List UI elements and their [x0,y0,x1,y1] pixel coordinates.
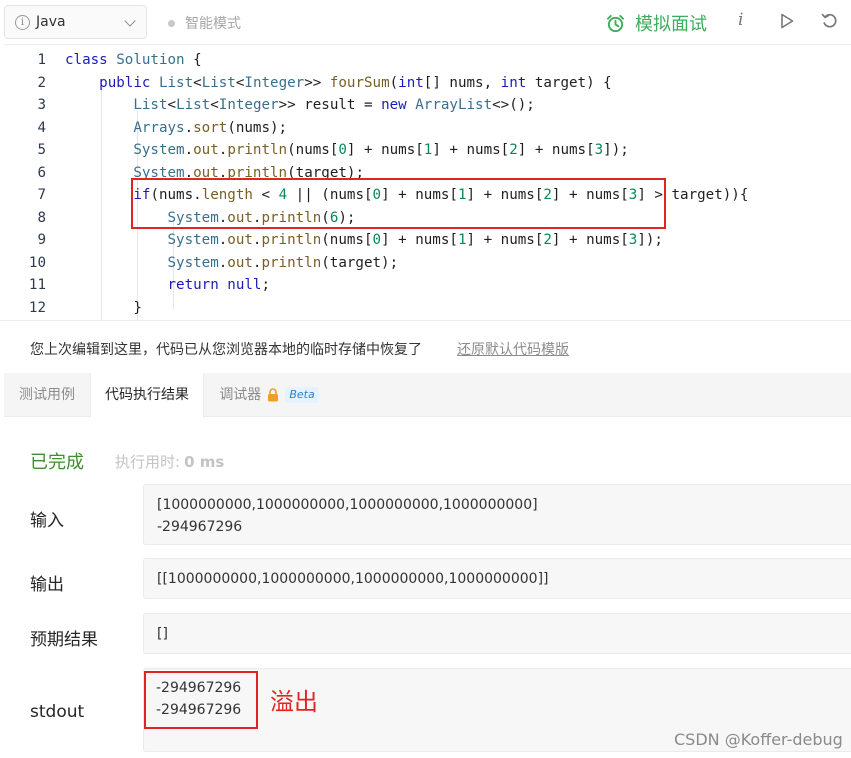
line-number: 3 [37,97,46,113]
line-number: 1 [37,52,46,68]
line-number: 10 [28,254,46,271]
mode-label: 智能模式 [185,16,241,32]
chevron-down-icon [124,15,136,27]
output-value: [[1000000000,1000000000,1000000000,10000… [157,571,549,587]
expected-label: 预期结果 [30,630,98,650]
line-number: 7 [37,187,46,203]
stdout-highlight-box [144,671,258,729]
language-select[interactable]: i Java [4,5,147,39]
language-value: Java [36,14,66,30]
code-text: return null; [167,277,271,293]
output-box: [[1000000000,1000000000,1000000000,10000… [143,558,851,599]
line-number: 6 [37,164,46,181]
input-label: 输入 [30,511,64,531]
play-icon[interactable] [780,13,794,29]
code-text: System.out.println(target); [167,254,399,271]
tab-debugger[interactable]: 调试器 Beta [204,373,334,417]
output-label: 输出 [30,575,64,595]
line-number: 4 [37,119,46,136]
code-text: Arrays.sort(nums); [133,119,288,136]
status-dot-icon [168,19,175,27]
beta-badge: Beta [285,387,319,403]
status-text: 已完成 [30,452,84,473]
code-text: System.out.println(nums[0] + nums[1] + n… [133,142,629,158]
result-panel: 已完成 执行用时: 0 ms 输入 [1000000000,1000000000,… [4,418,851,758]
runtime-label: 执行用时: [115,453,181,471]
line-number: 11 [28,277,46,293]
info-italic-icon[interactable]: i [738,10,743,30]
line-number: 9 [37,232,46,248]
smart-mode-toggle[interactable]: 智能模式 [168,13,241,33]
line-number: 12 [28,299,46,316]
expected-box: [] [143,613,851,654]
line-number: 8 [37,209,46,226]
code-text: List<List<Integer>> result = new ArrayLi… [133,97,535,113]
lock-icon [268,388,279,402]
code-editor[interactable]: 1 class Solution { 2 public List<List<Inte… [4,44,851,321]
mock-interview-label: 模拟面试 [635,14,707,35]
restore-bar: 您上次编辑到这里，代码已从您浏览器本地的临时存储中恢复了 还原默认代码模版 [0,320,851,373]
reset-icon[interactable] [821,12,839,30]
editor-toolbar: i Java 智能模式 模拟面试 i [0,0,851,44]
code-text: public List<List<Integer>> fourSum(int[]… [99,74,612,91]
code-text: class Solution { [65,52,202,68]
result-tabs: 测试用例 代码执行结果 调试器 Beta [4,373,851,418]
code-text: } [65,299,142,316]
highlight-box [131,178,666,229]
input-nums: [1000000000,1000000000,1000000000,100000… [157,497,538,513]
restore-message: 您上次编辑到这里，代码已从您浏览器本地的临时存储中恢复了 [30,342,422,358]
runtime-value: 0 ms [184,453,225,471]
stdout-label: stdout [30,702,85,722]
line-number: 2 [37,74,46,91]
restore-default-template-link[interactable]: 还原默认代码模版 [457,339,569,359]
tab-execution-result[interactable]: 代码执行结果 [90,373,204,418]
code-text: System.out.println(nums[0] + nums[1] + n… [167,232,663,248]
runtime-info: 执行用时: 0 ms [115,451,224,472]
input-target: -294967296 [157,519,243,535]
tab-test-cases[interactable]: 测试用例 [4,373,90,417]
input-box: [1000000000,1000000000,1000000000,100000… [143,484,851,545]
expected-value: [] [157,626,168,642]
tab-debugger-label: 调试器 [219,387,262,403]
mock-interview-button[interactable]: 模拟面试 [606,10,707,36]
line-number: 5 [37,142,46,158]
info-icon: i [15,14,30,30]
overflow-annotation: 溢出 [270,688,318,716]
watermark: CSDN @Koffer-debug [674,730,843,749]
alarm-clock-icon [606,14,625,32]
